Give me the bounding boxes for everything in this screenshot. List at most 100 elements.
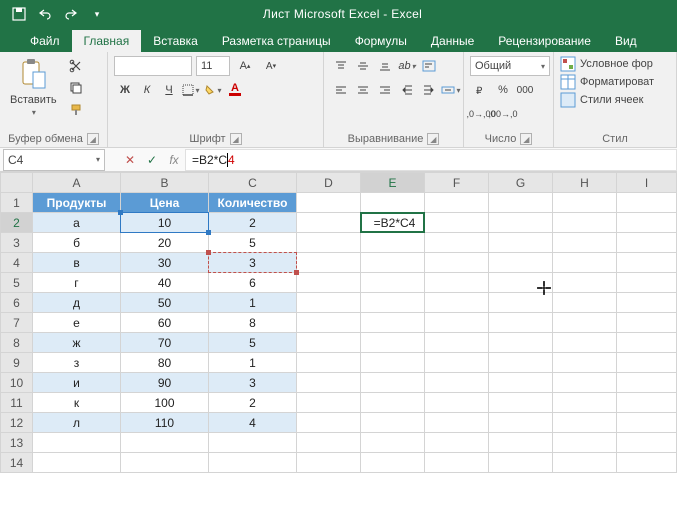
row-header[interactable]: 10 — [1, 373, 33, 393]
cell[interactable] — [489, 293, 553, 313]
cell[interactable] — [121, 433, 209, 453]
cell[interactable] — [361, 193, 425, 213]
row-header[interactable]: 6 — [1, 293, 33, 313]
cell[interactable]: 4 — [209, 413, 297, 433]
cell-E2-active[interactable]: =B2*C4 — [361, 213, 425, 233]
cell[interactable] — [617, 253, 677, 273]
cell[interactable]: г — [33, 273, 121, 293]
percent-icon[interactable]: % — [492, 80, 514, 100]
fill-color-icon[interactable]: ▾ — [202, 80, 224, 100]
cell[interactable]: 70 — [121, 333, 209, 353]
cell[interactable]: 3 — [209, 373, 297, 393]
cell[interactable] — [553, 213, 617, 233]
undo-icon[interactable] — [34, 3, 56, 25]
increase-font-icon[interactable]: A▴ — [234, 56, 256, 76]
cell[interactable] — [297, 313, 361, 333]
col-header-H[interactable]: H — [553, 173, 617, 193]
cell[interactable] — [425, 193, 489, 213]
cell[interactable] — [617, 193, 677, 213]
cell[interactable] — [489, 233, 553, 253]
bold-button[interactable]: Ж — [114, 80, 136, 100]
row-header[interactable]: 12 — [1, 413, 33, 433]
cell[interactable] — [121, 453, 209, 473]
number-dialog-launcher-icon[interactable]: ◢ — [520, 133, 532, 145]
cell[interactable] — [617, 293, 677, 313]
align-right-icon[interactable] — [374, 80, 396, 100]
cell[interactable] — [361, 253, 425, 273]
cell[interactable] — [553, 313, 617, 333]
cell[interactable] — [297, 293, 361, 313]
cell[interactable] — [297, 393, 361, 413]
tab-page-layout[interactable]: Разметка страницы — [210, 30, 343, 52]
cell[interactable]: 6 — [209, 273, 297, 293]
cell-C4-referenced[interactable]: 3 — [209, 253, 297, 273]
cell[interactable]: 100 — [121, 393, 209, 413]
cell[interactable] — [553, 333, 617, 353]
table-header-cell[interactable]: Цена — [121, 193, 209, 213]
cell[interactable] — [553, 373, 617, 393]
cell[interactable]: 30 — [121, 253, 209, 273]
number-format-select[interactable]: Общий▾ — [470, 56, 550, 76]
cell[interactable] — [489, 333, 553, 353]
formula-input[interactable]: =B2*C4 — [185, 149, 677, 171]
cell[interactable] — [209, 453, 297, 473]
cell[interactable] — [361, 293, 425, 313]
col-header-A[interactable]: A — [33, 173, 121, 193]
cell[interactable] — [425, 273, 489, 293]
cell[interactable] — [297, 273, 361, 293]
decrease-font-icon[interactable]: A▾ — [260, 56, 282, 76]
decrease-indent-icon[interactable] — [396, 80, 418, 100]
cell[interactable] — [553, 353, 617, 373]
tab-formulas[interactable]: Формулы — [343, 30, 419, 52]
cell[interactable] — [297, 353, 361, 373]
cell[interactable] — [425, 293, 489, 313]
cell[interactable] — [553, 253, 617, 273]
accept-formula-icon[interactable]: ✓ — [141, 149, 163, 171]
cell[interactable]: е — [33, 313, 121, 333]
cell[interactable] — [489, 193, 553, 213]
cell[interactable] — [489, 313, 553, 333]
merge-center-icon[interactable]: ▾ — [440, 80, 462, 100]
cell[interactable]: а — [33, 213, 121, 233]
cell[interactable]: 5 — [209, 333, 297, 353]
cell[interactable]: 20 — [121, 233, 209, 253]
conditional-formatting-button[interactable]: Условное фор — [560, 56, 653, 72]
cell[interactable] — [425, 213, 489, 233]
row-header[interactable]: 2 — [1, 213, 33, 233]
cell[interactable] — [489, 453, 553, 473]
tab-view[interactable]: Вид — [603, 30, 649, 52]
cell[interactable] — [617, 333, 677, 353]
cell[interactable] — [553, 233, 617, 253]
cell[interactable] — [617, 273, 677, 293]
clipboard-dialog-launcher-icon[interactable]: ◢ — [87, 133, 99, 145]
cell[interactable]: к — [33, 393, 121, 413]
cell[interactable]: 60 — [121, 313, 209, 333]
align-top-icon[interactable] — [330, 56, 352, 76]
cell[interactable] — [617, 353, 677, 373]
table-header-cell[interactable]: Количество — [209, 193, 297, 213]
cell[interactable] — [425, 313, 489, 333]
cell[interactable] — [489, 273, 553, 293]
align-middle-icon[interactable] — [352, 56, 374, 76]
cell[interactable]: 2 — [209, 213, 297, 233]
select-all-corner[interactable] — [1, 173, 33, 193]
cell[interactable] — [617, 433, 677, 453]
cell[interactable] — [425, 453, 489, 473]
underline-button[interactable]: Ч — [158, 80, 180, 100]
cell[interactable]: з — [33, 353, 121, 373]
cell[interactable] — [361, 433, 425, 453]
cut-icon[interactable] — [65, 56, 87, 76]
cell[interactable] — [297, 413, 361, 433]
cell[interactable] — [489, 393, 553, 413]
align-left-icon[interactable] — [330, 80, 352, 100]
increase-indent-icon[interactable] — [418, 80, 440, 100]
cell[interactable] — [297, 233, 361, 253]
tab-insert[interactable]: Вставка — [141, 30, 210, 52]
name-box[interactable]: C4▾ — [3, 149, 105, 171]
cell[interactable] — [617, 213, 677, 233]
cell[interactable] — [425, 413, 489, 433]
cell[interactable] — [553, 273, 617, 293]
paste-button[interactable]: Вставить ▾ — [6, 56, 61, 119]
cell[interactable] — [425, 373, 489, 393]
cell[interactable] — [361, 273, 425, 293]
